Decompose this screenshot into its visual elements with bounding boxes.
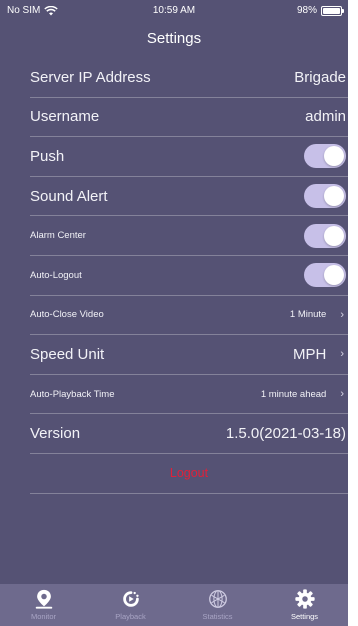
- auto-close-video-row[interactable]: Auto-Close Video 1 Minute ›: [30, 296, 348, 336]
- tab-statistics[interactable]: Statistics: [174, 584, 261, 626]
- tab-statistics-label: Statistics: [202, 612, 233, 621]
- chevron-right-icon: ›: [340, 348, 344, 361]
- version-row: Version 1.5.0(2021-03-18): [30, 414, 348, 454]
- server-ip-row[interactable]: Server IP Address Brigade: [30, 58, 348, 98]
- chevron-right-icon: ›: [340, 388, 344, 401]
- globe-icon: [208, 590, 227, 608]
- battery-percent: 98%: [296, 5, 317, 16]
- chevron-right-icon: ›: [340, 308, 344, 321]
- tab-monitor-label: Monitor: [30, 612, 56, 621]
- tab-settings-label: Settings: [290, 612, 319, 621]
- tab-playback[interactable]: Playback: [87, 584, 174, 626]
- tab-playback-label: Playback: [115, 612, 146, 621]
- auto-close-video-value: 1 Minute: [289, 309, 327, 321]
- speed-unit-label: Speed Unit: [30, 345, 105, 363]
- push-label: Push: [30, 147, 65, 165]
- auto-logout-label: Auto-Logout: [30, 269, 82, 281]
- logout-button[interactable]: Logout: [170, 466, 208, 480]
- clock: 10:59 AM: [152, 5, 196, 16]
- auto-playback-time-label: Auto-Playback Time: [30, 388, 115, 400]
- version-value: 1.5.0(2021-03-18): [225, 425, 346, 443]
- push-row: Push: [30, 137, 348, 177]
- gear-icon: [294, 589, 315, 609]
- tab-bar: Monitor Playback Statistics Settings: [0, 584, 348, 626]
- server-ip-value: Brigade: [294, 68, 346, 86]
- tab-settings[interactable]: Settings: [261, 584, 348, 626]
- auto-playback-time-value: 1 minute ahead: [260, 388, 327, 400]
- settings-screen: No SIM 10:59 AM 98% Settings Server IP A…: [0, 0, 348, 626]
- sound-alert-toggle[interactable]: [304, 184, 346, 209]
- map-pin-icon: [35, 589, 52, 609]
- tab-monitor[interactable]: Monitor: [0, 584, 87, 626]
- battery-icon: [321, 5, 344, 16]
- sound-alert-row: Sound Alert: [30, 177, 348, 217]
- speed-unit-value: MPH: [292, 345, 327, 363]
- playback-icon: [122, 591, 139, 607]
- settings-list: Server IP Address Brigade Username admin…: [0, 58, 348, 494]
- status-bar: No SIM 10:59 AM 98%: [0, 0, 348, 20]
- auto-logout-toggle[interactable]: [304, 263, 346, 288]
- auto-playback-time-row[interactable]: Auto-Playback Time 1 minute ahead ›: [30, 375, 348, 415]
- alarm-center-label: Alarm Center: [30, 230, 86, 242]
- logout-row: Logout: [30, 454, 348, 494]
- username-row[interactable]: Username admin: [30, 98, 348, 138]
- username-label: Username: [30, 108, 100, 126]
- username-value: admin: [305, 108, 346, 126]
- server-ip-label: Server IP Address: [30, 68, 151, 86]
- auto-close-video-label: Auto-Close Video: [30, 309, 104, 321]
- sound-alert-label: Sound Alert: [30, 187, 108, 205]
- version-label: Version: [30, 425, 81, 443]
- push-toggle[interactable]: [304, 144, 346, 169]
- speed-unit-row[interactable]: Speed Unit MPH ›: [30, 335, 348, 375]
- alarm-center-toggle[interactable]: [304, 223, 346, 248]
- alarm-center-row: Alarm Center: [30, 216, 348, 256]
- auto-logout-row: Auto-Logout: [30, 256, 348, 296]
- page-title: Settings: [146, 30, 202, 47]
